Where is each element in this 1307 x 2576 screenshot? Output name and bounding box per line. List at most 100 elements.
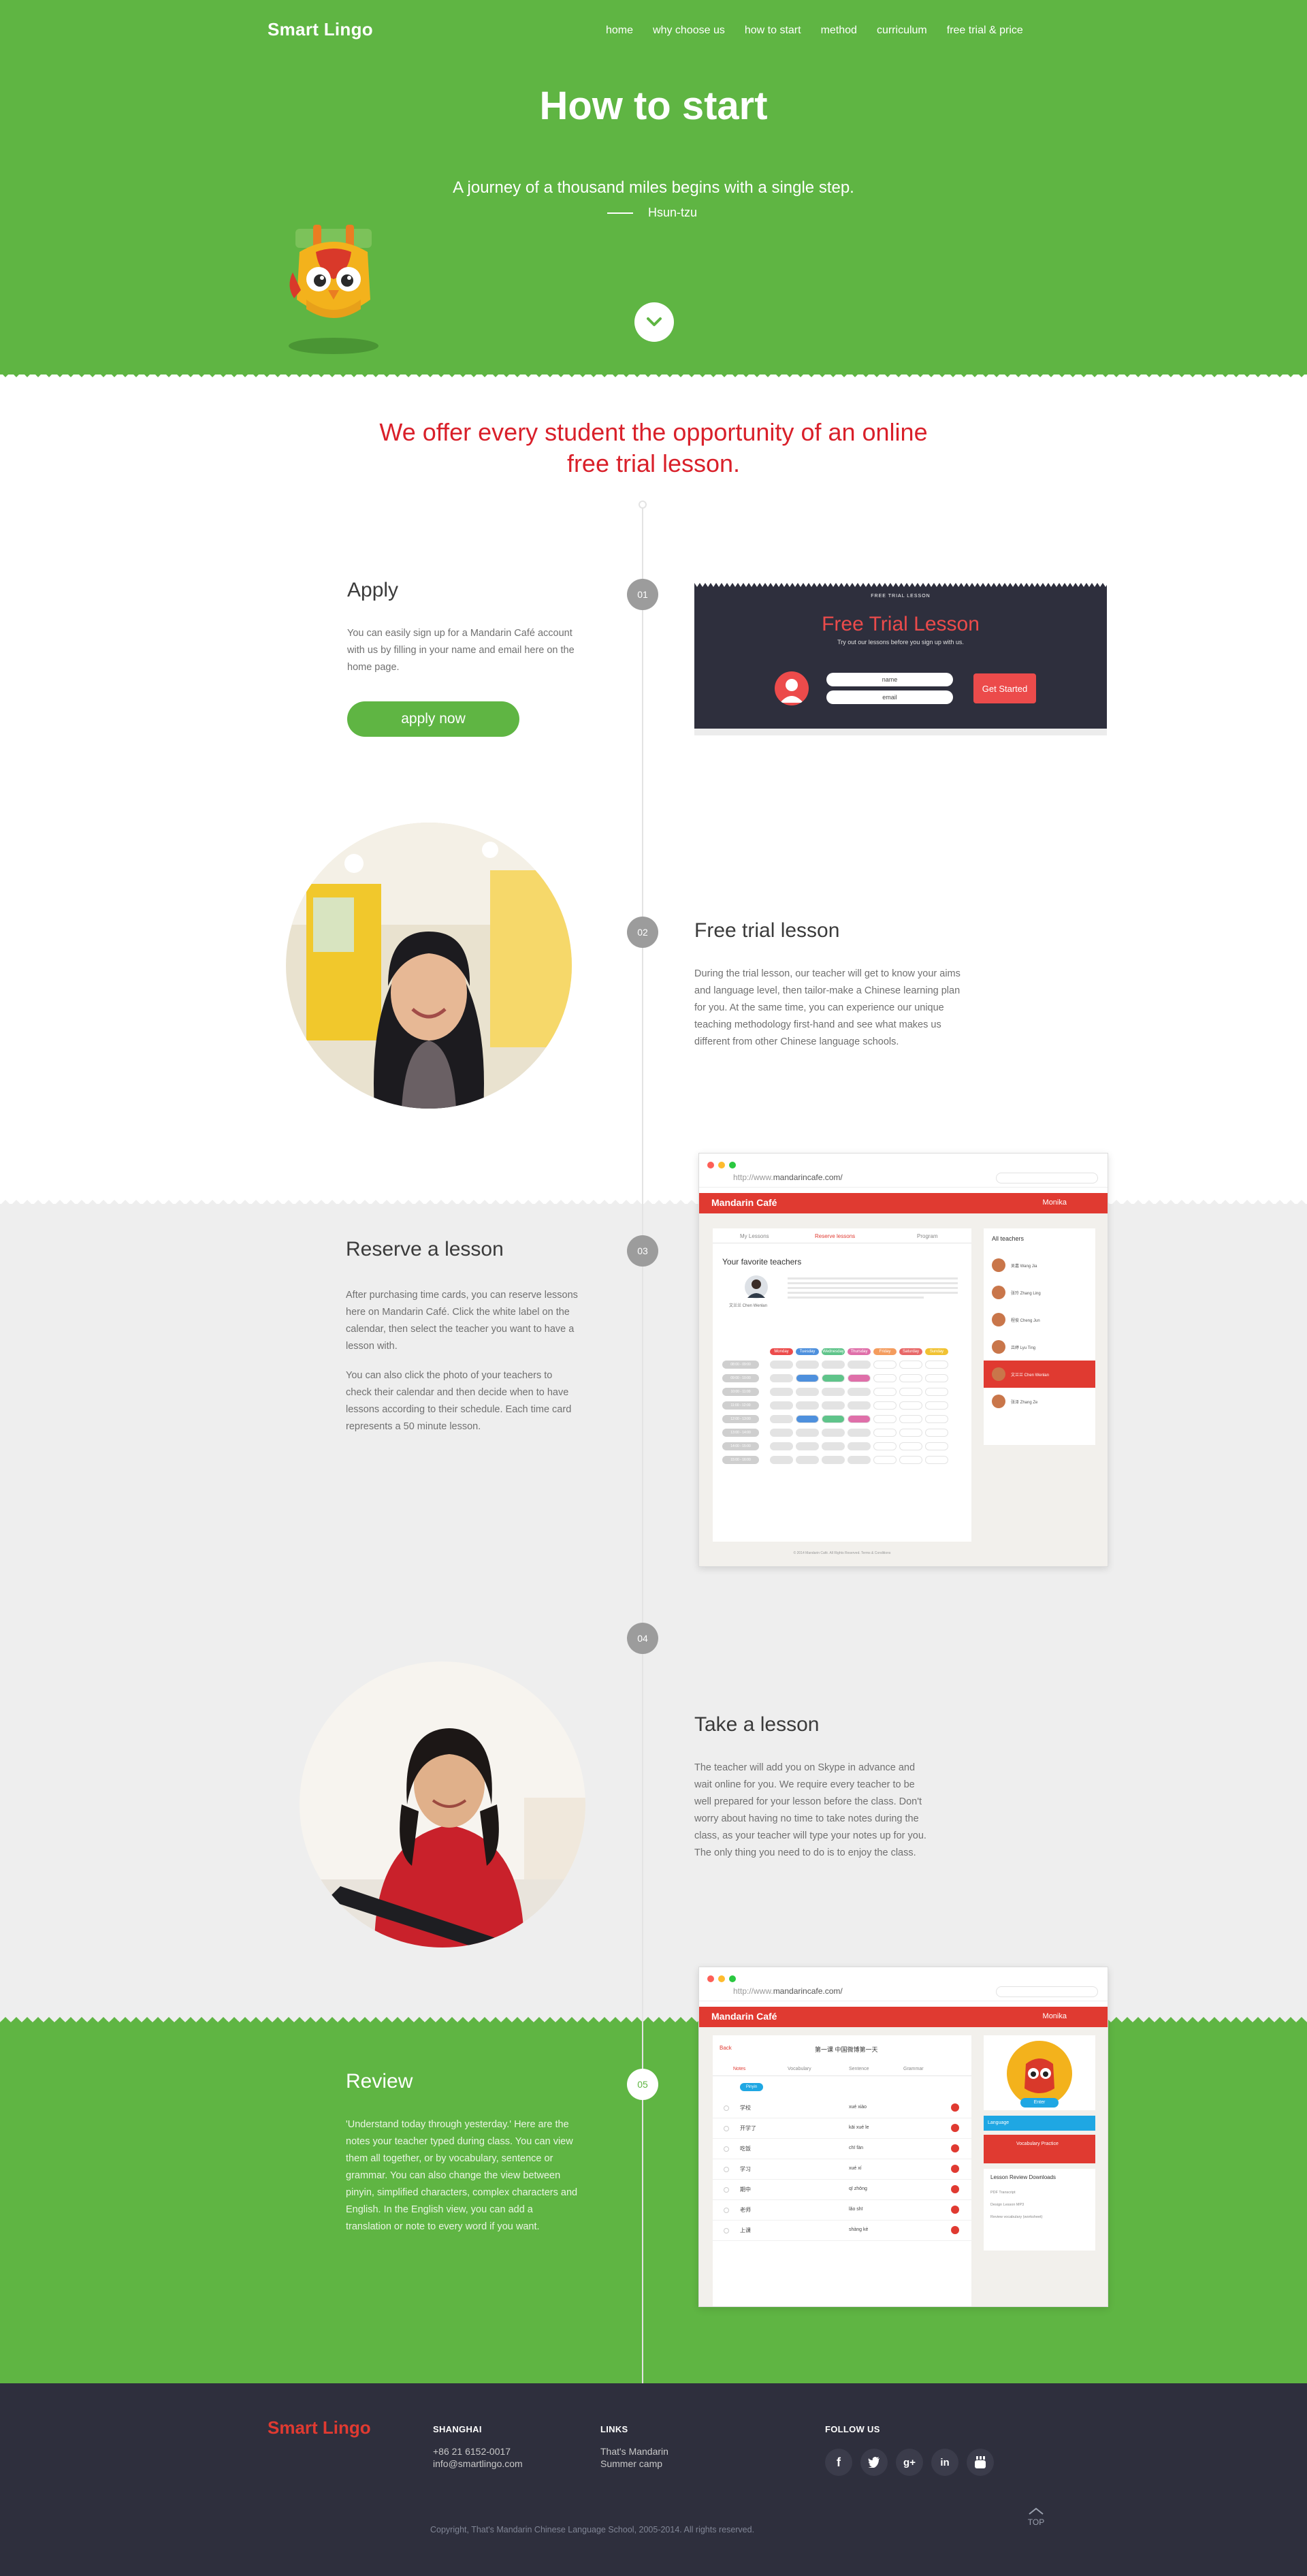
download-item-2[interactable]: Design Lesson MP3: [990, 2203, 1024, 2207]
calendar-slot[interactable]: [848, 1374, 871, 1382]
calendar-slot[interactable]: [848, 1361, 871, 1369]
note-checkbox[interactable]: [724, 2105, 729, 2111]
calendar-slot[interactable]: [822, 1374, 845, 1382]
download-item-3[interactable]: Review vocabulary (worksheet): [990, 2215, 1042, 2219]
calendar-slot[interactable]: [899, 1401, 922, 1410]
tab-vocabulary[interactable]: Vocabulary: [788, 2067, 811, 2071]
back-button[interactable]: Back: [720, 2045, 732, 2051]
teacher-list-item[interactable]: 张玲 Zhang Ling: [984, 1279, 1095, 1306]
note-checkbox[interactable]: [724, 2146, 729, 2152]
calendar-slot[interactable]: [873, 1415, 897, 1423]
footer-email[interactable]: info@smartlingo.com: [433, 2458, 523, 2469]
tab-my-lessons[interactable]: My Lessons: [740, 1233, 769, 1239]
remove-note-icon[interactable]: [951, 2144, 959, 2152]
calendar-slot[interactable]: [873, 1361, 897, 1369]
calendar-slot[interactable]: [873, 1401, 897, 1410]
url-bar[interactable]: http://www.mandarincafe.com/: [729, 1173, 1001, 1183]
site-logo[interactable]: Smart Lingo: [268, 19, 373, 40]
calendar-slot[interactable]: [925, 1429, 948, 1437]
calendar-slot[interactable]: [796, 1374, 819, 1382]
calendar-slot[interactable]: [770, 1429, 793, 1437]
apply-now-button[interactable]: apply now: [347, 701, 519, 737]
language-selector[interactable]: Language: [984, 2116, 1095, 2131]
teacher-list-item[interactable]: 程俊 Cheng Jun: [984, 1306, 1095, 1333]
calendar-slot[interactable]: [796, 1361, 819, 1369]
calendar-slot[interactable]: [873, 1456, 897, 1464]
get-started-button[interactable]: Get Started: [973, 673, 1036, 703]
nav-home[interactable]: home: [606, 25, 633, 37]
remove-note-icon[interactable]: [951, 2185, 959, 2193]
remove-note-icon[interactable]: [951, 2226, 959, 2234]
calendar-slot[interactable]: [848, 1429, 871, 1437]
nav-curriculum[interactable]: curriculum: [877, 25, 927, 37]
calendar-slot[interactable]: [796, 1456, 819, 1464]
note-checkbox[interactable]: [724, 2167, 729, 2172]
calendar-slot[interactable]: [770, 1456, 793, 1464]
calendar-slot[interactable]: [925, 1442, 948, 1450]
calendar-slot[interactable]: [822, 1401, 845, 1410]
teacher-list-item[interactable]: 吕婷 Lyu Ting: [984, 1333, 1095, 1361]
google-plus-icon[interactable]: g+: [896, 2449, 923, 2476]
user-name[interactable]: Monika: [1043, 1198, 1067, 1207]
trial-email-field[interactable]: email: [826, 690, 953, 704]
tab-sentence[interactable]: Sentence: [849, 2067, 869, 2071]
pinyin-toggle[interactable]: Pinyin: [740, 2083, 763, 2091]
vocabulary-practice-card[interactable]: Vocabulary Practice: [984, 2135, 1095, 2163]
calendar-slot[interactable]: [796, 1429, 819, 1437]
teacher-list-item[interactable]: 张泽 Zhang Ze: [984, 1388, 1095, 1415]
calendar-slot[interactable]: [848, 1388, 871, 1396]
remove-note-icon[interactable]: [951, 2206, 959, 2214]
calendar-slot[interactable]: [873, 1388, 897, 1396]
note-checkbox[interactable]: [724, 2228, 729, 2233]
teacher-avatar-icon[interactable]: [744, 1275, 769, 1299]
scroll-down-button[interactable]: [634, 302, 674, 342]
calendar-slot[interactable]: [822, 1415, 845, 1423]
calendar-slot[interactable]: [899, 1442, 922, 1450]
calendar-slot[interactable]: [899, 1388, 922, 1396]
calendar-slot[interactable]: [822, 1456, 845, 1464]
enter-button[interactable]: Enter: [1020, 2098, 1059, 2108]
calendar-slot[interactable]: [770, 1388, 793, 1396]
footer-link-summer-camp[interactable]: Summer camp: [600, 2458, 662, 2469]
calendar-slot[interactable]: [899, 1429, 922, 1437]
user-name[interactable]: Monika: [1043, 2012, 1067, 2020]
calendar-slot[interactable]: [770, 1374, 793, 1382]
facebook-icon[interactable]: f: [825, 2449, 852, 2476]
remove-note-icon[interactable]: [951, 2165, 959, 2173]
twitter-icon[interactable]: [860, 2449, 888, 2476]
calendar-slot[interactable]: [873, 1429, 897, 1437]
note-checkbox[interactable]: [724, 2187, 729, 2193]
remove-note-icon[interactable]: [951, 2103, 959, 2112]
calendar-slot[interactable]: [925, 1361, 948, 1369]
calendar-slot[interactable]: [770, 1415, 793, 1423]
note-checkbox[interactable]: [724, 2208, 729, 2213]
download-item-1[interactable]: PDF Transcript: [990, 2191, 1016, 2195]
remove-note-icon[interactable]: [951, 2124, 959, 2132]
calendar-slot[interactable]: [770, 1361, 793, 1369]
calendar-slot[interactable]: [848, 1401, 871, 1410]
calendar-slot[interactable]: [899, 1415, 922, 1423]
teacher-list-item[interactable]: 吴嘉 Wang Jia: [984, 1252, 1095, 1279]
url-bar[interactable]: http://www.mandarincafe.com/: [729, 1986, 1001, 1997]
calendar-slot[interactable]: [899, 1374, 922, 1382]
calendar-slot[interactable]: [873, 1442, 897, 1450]
footer-link-thats-mandarin[interactable]: That's Mandarin: [600, 2446, 668, 2457]
trial-name-field[interactable]: name: [826, 673, 953, 686]
youtube-icon[interactable]: [967, 2449, 994, 2476]
note-checkbox[interactable]: [724, 2126, 729, 2131]
back-to-top-button[interactable]: TOP: [1022, 2507, 1050, 2527]
teacher-list-item[interactable]: 文兰兰 Chen Wenlan: [984, 1361, 1095, 1388]
calendar-slot[interactable]: [822, 1388, 845, 1396]
calendar-slot[interactable]: [848, 1415, 871, 1423]
calendar-slot[interactable]: [848, 1456, 871, 1464]
nav-free-trial-price[interactable]: free trial & price: [947, 25, 1023, 37]
nav-why-choose-us[interactable]: why choose us: [653, 25, 725, 37]
calendar-slot[interactable]: [925, 1401, 948, 1410]
tab-program[interactable]: Program: [917, 1233, 938, 1239]
calendar-slot[interactable]: [770, 1442, 793, 1450]
tab-grammar[interactable]: Grammar: [903, 2067, 924, 2071]
browser-search-field[interactable]: [996, 1986, 1098, 1997]
calendar-slot[interactable]: [796, 1388, 819, 1396]
tab-reserve-lessons[interactable]: Reserve lessons: [815, 1233, 855, 1239]
calendar-slot[interactable]: [796, 1415, 819, 1423]
